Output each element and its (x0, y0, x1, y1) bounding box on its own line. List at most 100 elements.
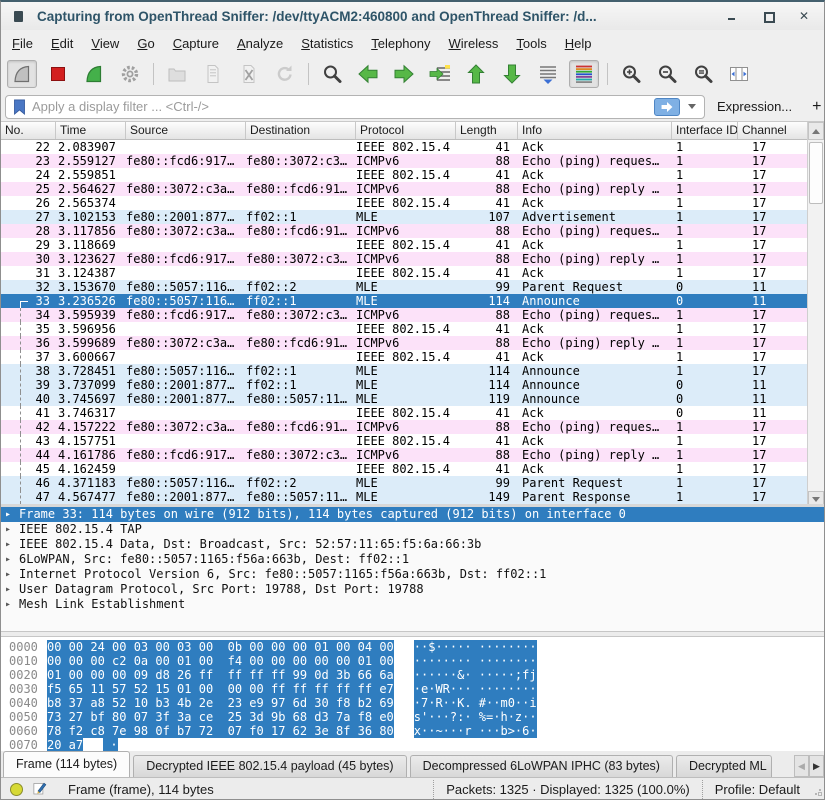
packet-row-29[interactable]: 293.118669IEEE 802.15.441Ack117 (1, 238, 809, 252)
packet-row-40[interactable]: 403.745697fe80::2001:877…fe80::5057:11…M… (1, 392, 809, 406)
hex-row-0020[interactable]: 002001 00 00 00 09 d8 26 ff ff ff ff 99 … (9, 668, 824, 682)
expand-arrow-icon[interactable]: ▸ (5, 567, 19, 582)
go-back-icon[interactable] (353, 60, 383, 88)
maximize-button[interactable] (762, 10, 774, 22)
detail-line-1[interactable]: ▸IEEE 802.15.4 TAP (1, 522, 824, 537)
byte-tab-0[interactable]: Frame (114 bytes) (3, 751, 130, 777)
ascii-bytes[interactable]: ·7·R··K. #··m0··i (414, 696, 537, 710)
zoom-in-icon[interactable] (616, 60, 646, 88)
filter-bookmark-icon[interactable] (12, 98, 27, 116)
detail-line-4[interactable]: ▸Internet Protocol Version 6, Src: fe80:… (1, 567, 824, 582)
ascii-bytes[interactable]: ······&· ·····;fj (414, 668, 537, 682)
autoscroll-icon[interactable] (533, 60, 563, 88)
hex-bytes[interactable]: 20 a7 (47, 738, 83, 751)
ascii-bytes[interactable]: s'···?:· %=·h·z·· (414, 710, 537, 724)
scroll-up-icon[interactable] (808, 122, 824, 140)
packet-row-47[interactable]: 474.567477fe80::2001:877…fe80::5057:11…M… (1, 490, 809, 504)
packet-row-24[interactable]: 242.559851IEEE 802.15.441Ack117 (1, 168, 809, 182)
column-header-interface-id[interactable]: Interface ID (672, 122, 738, 139)
capture-options-icon[interactable] (115, 60, 145, 88)
packet-row-41[interactable]: 413.746317IEEE 802.15.441Ack011 (1, 406, 809, 420)
packet-row-42[interactable]: 424.157222fe80::3072:c3a…fe80::fcd6:91…I… (1, 420, 809, 434)
packet-row-28[interactable]: 283.117856fe80::3072:c3a…fe80::fcd6:91…I… (1, 224, 809, 238)
column-header-length[interactable]: Length (456, 122, 518, 139)
zoom-out-icon[interactable] (652, 60, 682, 88)
go-forward-icon[interactable] (389, 60, 419, 88)
packet-row-34[interactable]: 343.595939fe80::fcd6:917…fe80::3072:c3…I… (1, 308, 809, 322)
column-header-channel[interactable]: Channel (738, 122, 809, 139)
tab-scroll-left-icon[interactable]: ◀ (794, 755, 809, 777)
menu-tools[interactable]: Tools (507, 32, 555, 55)
colorize-icon[interactable] (569, 60, 599, 88)
hex-bytes[interactable]: 01 00 00 00 09 d8 26 ff ff ff ff 99 0d 3… (47, 668, 394, 682)
packet-row-45[interactable]: 454.162459IEEE 802.15.441Ack117 (1, 462, 809, 476)
detail-line-6[interactable]: ▸Mesh Link Establishment (1, 597, 824, 612)
resize-grip[interactable] (812, 782, 822, 796)
capture-start-icon[interactable] (7, 60, 37, 88)
go-to-packet-icon[interactable] (425, 60, 455, 88)
byte-tab-3[interactable]: Decrypted ML (676, 755, 772, 777)
menu-telephony[interactable]: Telephony (362, 32, 439, 55)
menu-file[interactable]: File (3, 32, 42, 55)
scrollbar-thumb[interactable] (809, 142, 823, 204)
hex-bytes[interactable]: b8 37 a8 52 10 b3 4b 2e 23 e9 97 6d 30 f… (47, 696, 394, 710)
column-header-time[interactable]: Time (56, 122, 126, 139)
hex-row-0030[interactable]: 0030f5 65 11 57 52 15 01 00 00 00 ff ff … (9, 682, 824, 696)
packet-row-30[interactable]: 303.123627fe80::fcd6:917…fe80::3072:c3…I… (1, 252, 809, 266)
packet-row-46[interactable]: 464.371183fe80::5057:116…ff02::2MLE99Par… (1, 476, 809, 490)
packet-row-32[interactable]: 323.153670fe80::5057:116…ff02::2MLE99Par… (1, 280, 809, 294)
ascii-bytes[interactable]: ··$····· ········ (414, 640, 537, 654)
display-filter-input[interactable]: Apply a display filter ... <Ctrl-/> (5, 95, 705, 119)
packet-row-35[interactable]: 353.596956IEEE 802.15.441Ack117 (1, 322, 809, 336)
capture-stop-icon[interactable] (43, 60, 73, 88)
ascii-bytes[interactable]: ·e·WR··· ········ (414, 682, 537, 696)
filter-apply-button[interactable] (654, 98, 680, 116)
detail-line-3[interactable]: ▸6LoWPAN, Src: fe80::5057:1165:f56a:663b… (1, 552, 824, 567)
column-header-info[interactable]: Info (518, 122, 672, 139)
packet-row-27[interactable]: 273.102153fe80::2001:877…ff02::1MLE107Ad… (1, 210, 809, 224)
packet-row-39[interactable]: 393.737099fe80::2001:877…ff02::1MLE114An… (1, 378, 809, 392)
hex-bytes[interactable]: 78 f2 c8 7e 98 0f b7 72 07 f0 17 62 3e 8… (47, 724, 394, 738)
byte-tab-1[interactable]: Decrypted IEEE 802.15.4 payload (45 byte… (133, 755, 406, 777)
detail-line-5[interactable]: ▸User Datagram Protocol, Src Port: 19788… (1, 582, 824, 597)
hex-bytes[interactable]: 73 27 bf 80 07 3f 3a ce 25 3d 9b 68 d3 7… (47, 710, 394, 724)
hex-bytes[interactable]: 00 00 24 00 03 00 03 00 0b 00 00 00 01 0… (47, 640, 394, 654)
expand-arrow-icon[interactable]: ▸ (5, 597, 19, 612)
capture-comment-icon[interactable] (32, 780, 47, 799)
go-top-icon[interactable] (461, 60, 491, 88)
capture-restart-icon[interactable] (79, 60, 109, 88)
expand-arrow-icon[interactable]: ▸ (5, 507, 19, 522)
zoom-original-icon[interactable] (688, 60, 718, 88)
hex-bytes[interactable]: f5 65 11 57 52 15 01 00 00 00 ff ff ff f… (47, 682, 394, 696)
packet-row-37[interactable]: 373.600667IEEE 802.15.441Ack117 (1, 350, 809, 364)
detail-line-0[interactable]: ▸Frame 33: 114 bytes on wire (912 bits),… (1, 507, 824, 522)
expand-arrow-icon[interactable]: ▸ (5, 582, 19, 597)
column-header-protocol[interactable]: Protocol (356, 122, 456, 139)
expand-arrow-icon[interactable]: ▸ (5, 522, 19, 537)
hex-bytes[interactable]: 00 00 00 c2 0a 00 01 00 f4 00 00 00 00 0… (47, 654, 394, 668)
status-profile[interactable]: Profile: Default (702, 780, 812, 799)
detail-line-2[interactable]: ▸IEEE 802.15.4 Data, Dst: Broadcast, Src… (1, 537, 824, 552)
menu-edit[interactable]: Edit (42, 32, 82, 55)
expression-button[interactable]: Expression... (705, 99, 802, 114)
packet-row-22[interactable]: 222.083907IEEE 802.15.441Ack117 (1, 140, 809, 154)
hex-row-0070[interactable]: 007020 a7 · (9, 738, 824, 751)
filter-dropdown-caret[interactable] (688, 104, 696, 109)
resize-columns-icon[interactable] (724, 60, 754, 88)
packet-row-33[interactable]: 333.236526fe80::5057:116…ff02::1MLE114An… (1, 294, 809, 308)
menu-view[interactable]: View (82, 32, 128, 55)
hex-row-0010[interactable]: 001000 00 00 c2 0a 00 01 00 f4 00 00 00 … (9, 654, 824, 668)
menu-go[interactable]: Go (128, 32, 163, 55)
add-filter-button[interactable]: + (802, 98, 825, 116)
column-header-no[interactable]: No. (1, 122, 56, 139)
hex-row-0050[interactable]: 005073 27 bf 80 07 3f 3a ce 25 3d 9b 68 … (9, 710, 824, 724)
packet-row-44[interactable]: 444.161786fe80::fcd6:917…fe80::3072:c3…I… (1, 448, 809, 462)
ascii-bytes[interactable]: · (103, 738, 117, 751)
tab-scroll-right-icon[interactable]: ▶ (809, 755, 824, 777)
column-header-source[interactable]: Source (126, 122, 246, 139)
ascii-bytes[interactable]: ········ ········ (414, 654, 537, 668)
packet-row-25[interactable]: 252.564627fe80::3072:c3a…fe80::fcd6:91…I… (1, 182, 809, 196)
column-header-destination[interactable]: Destination (246, 122, 356, 139)
expert-info-icon[interactable] (10, 783, 23, 796)
close-button[interactable]: ✕ (798, 10, 810, 22)
